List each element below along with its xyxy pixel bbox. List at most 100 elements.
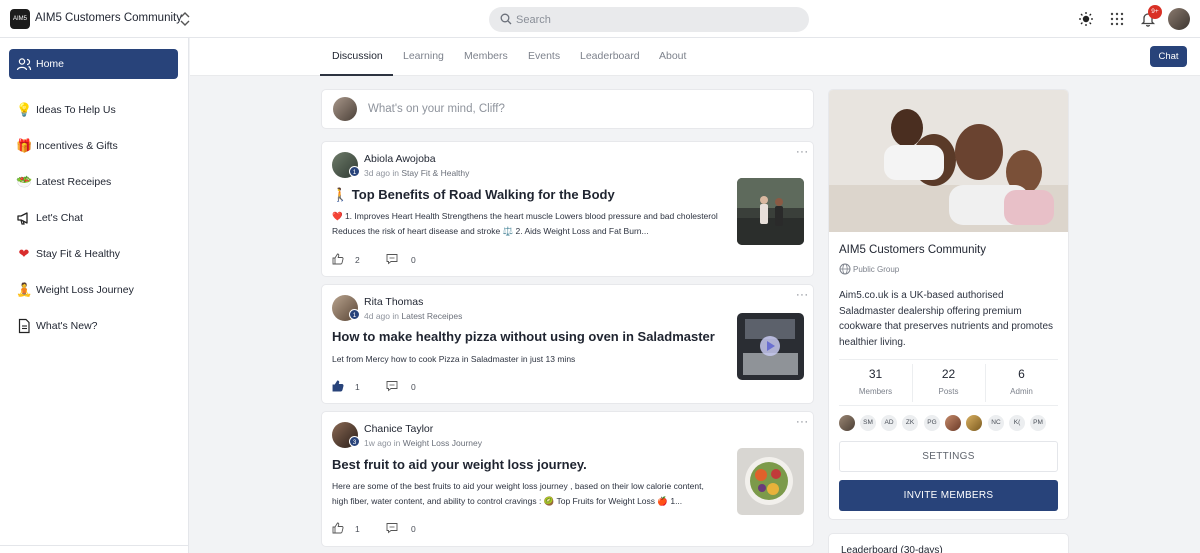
post-time: 4d ago	[364, 311, 390, 321]
comment-icon[interactable]	[386, 380, 398, 392]
video-thumbnail[interactable]	[737, 313, 804, 380]
post-space-link[interactable]: Latest Receipes	[401, 311, 462, 321]
stat-label: Admin	[1010, 387, 1033, 396]
tab-bar: Discussion Learning Members Events Leade…	[190, 38, 1200, 76]
post-card[interactable]: 3 Chanice Taylor 1w ago in Weight Loss J…	[321, 411, 814, 547]
member-avatar[interactable]	[945, 415, 961, 431]
post-thumbnail[interactable]	[737, 178, 804, 245]
sidebar-item-incentives[interactable]: 🎁 Incentives & Gifts	[9, 131, 178, 161]
salad-icon: 🥗	[16, 174, 33, 189]
author-name[interactable]: Chanice Taylor	[364, 423, 433, 435]
post-card[interactable]: 1 Rita Thomas 4d ago in Latest Receipes …	[321, 284, 814, 404]
thumbs-up-icon[interactable]	[332, 380, 344, 392]
tab-discussion[interactable]: Discussion	[332, 50, 383, 62]
post-title[interactable]: 🚶 Top Benefits of Road Walking for the B…	[332, 187, 615, 203]
sidebar: Home 💡 Ideas To Help Us 🎁 Incentives & G…	[0, 38, 189, 553]
post-thumbnail[interactable]	[737, 448, 804, 515]
comment-icon[interactable]	[386, 522, 398, 534]
search-input[interactable]	[516, 7, 796, 32]
leaderboard-card: Leaderboard (30-days)	[828, 533, 1069, 553]
tab-events[interactable]: Events	[528, 50, 560, 62]
tab-about[interactable]: About	[659, 50, 686, 62]
like-count: 2	[355, 255, 360, 265]
sidebar-item-home[interactable]: Home	[9, 49, 178, 79]
level-badge: 3	[349, 436, 360, 447]
tab-leaderboard[interactable]: Leaderboard	[580, 50, 640, 62]
more-options-icon[interactable]: ···	[796, 146, 809, 158]
user-avatar[interactable]	[1168, 8, 1190, 30]
apps-grid-icon[interactable]	[1109, 11, 1125, 27]
member-avatar[interactable]: AD	[881, 415, 897, 431]
like-count: 1	[355, 524, 360, 534]
author-name[interactable]: Rita Thomas	[364, 296, 423, 308]
post-title[interactable]: Best fruit to aid your weight loss journ…	[332, 457, 587, 472]
sidebar-item-stay-fit[interactable]: ❤ Stay Fit & Healthy	[9, 239, 178, 269]
level-badge: 1	[349, 166, 360, 177]
community-title[interactable]: AIM5 Customers Community	[35, 12, 182, 24]
stat-members[interactable]: 31 Members	[839, 367, 912, 396]
post-space-link[interactable]: Stay Fit & Healthy	[401, 168, 469, 178]
sidebar-item-ideas[interactable]: 💡 Ideas To Help Us	[9, 95, 178, 125]
comment-icon[interactable]	[386, 253, 398, 265]
post-actions: 1 0	[332, 522, 452, 536]
group-type: Public Group	[853, 265, 900, 274]
tab-members[interactable]: Members	[464, 50, 508, 62]
member-avatar[interactable]	[966, 415, 982, 431]
composer-placeholder[interactable]: What's on your mind, Cliff?	[368, 103, 505, 115]
sidebar-item-label: Home	[36, 58, 65, 70]
group-info-card: AIM5 Customers Community Public Group Ai…	[828, 89, 1069, 520]
stat-posts[interactable]: 22 Posts	[912, 367, 985, 396]
post-title[interactable]: How to make healthy pizza without using …	[332, 329, 715, 344]
post-composer[interactable]: What's on your mind, Cliff?	[321, 89, 814, 129]
thumbs-up-icon[interactable]	[332, 522, 344, 534]
stat-value: 6	[1018, 367, 1025, 381]
sidebar-item-label: What's New?	[36, 320, 98, 332]
invite-members-button[interactable]: INVITE MEMBERS	[839, 480, 1058, 511]
member-avatar[interactable]: PM	[1030, 415, 1046, 431]
users-icon	[16, 58, 32, 71]
divider	[839, 405, 1058, 406]
author-name[interactable]: Abiola Awojoba	[364, 153, 436, 165]
post-excerpt: Let from Mercy how to cook Pizza in Sala…	[332, 354, 576, 364]
member-avatar[interactable]	[839, 415, 855, 431]
member-avatar[interactable]: PG	[924, 415, 940, 431]
post-meta: 1w ago in Weight Loss Journey	[364, 438, 482, 448]
stat-label: Posts	[938, 387, 959, 396]
comment-count: 0	[411, 382, 416, 392]
stat-value: 31	[868, 367, 883, 381]
post-actions: 1 0	[332, 380, 452, 394]
sidebar-item-weight-loss[interactable]: 🧘 Weight Loss Journey	[9, 275, 178, 305]
comment-count: 0	[411, 524, 416, 534]
sidebar-item-lets-chat[interactable]: Let's Chat	[9, 203, 178, 233]
sidebar-item-label: Weight Loss Journey	[36, 284, 134, 296]
post-excerpt: Here are some of the best fruits to aid …	[332, 481, 704, 506]
sun-icon[interactable]	[1078, 11, 1094, 27]
chevron-up-down-icon[interactable]	[178, 10, 192, 28]
megaphone-icon	[17, 212, 28, 225]
member-avatar[interactable]: NC	[988, 415, 1004, 431]
gift-icon: 🎁	[16, 138, 33, 153]
search-bar[interactable]	[489, 7, 809, 32]
more-options-icon[interactable]: ···	[796, 416, 809, 428]
sidebar-item-label: Stay Fit & Healthy	[36, 248, 121, 260]
composer-avatar	[333, 97, 357, 121]
member-avatar[interactable]: K(	[1009, 415, 1025, 431]
globe-icon	[839, 263, 851, 275]
tab-learning[interactable]: Learning	[403, 50, 444, 62]
community-logo[interactable]: AIM5	[10, 9, 30, 29]
post-card[interactable]: 1 Abiola Awojoba 3d ago in Stay Fit & He…	[321, 141, 814, 277]
member-avatar[interactable]: SM	[860, 415, 876, 431]
settings-button[interactable]: SETTINGS	[839, 441, 1058, 472]
member-avatar[interactable]: ZK	[902, 415, 918, 431]
stat-admin[interactable]: 6 Admin	[985, 367, 1058, 396]
sidebar-item-whats-new[interactable]: What's New?	[9, 311, 178, 341]
like-count: 1	[355, 382, 360, 392]
post-excerpt: ❤️ 1. Improves Heart Health Strengthens …	[332, 211, 718, 236]
lightbulb-icon: 💡	[16, 102, 33, 117]
chat-button[interactable]: Chat	[1150, 46, 1187, 67]
thumbs-up-icon[interactable]	[332, 253, 344, 265]
more-options-icon[interactable]: ···	[796, 289, 809, 301]
post-space-link[interactable]: Weight Loss Journey	[403, 438, 482, 448]
sidebar-item-recipes[interactable]: 🥗 Latest Receipes	[9, 167, 178, 197]
post-time: 3d ago	[364, 168, 390, 178]
